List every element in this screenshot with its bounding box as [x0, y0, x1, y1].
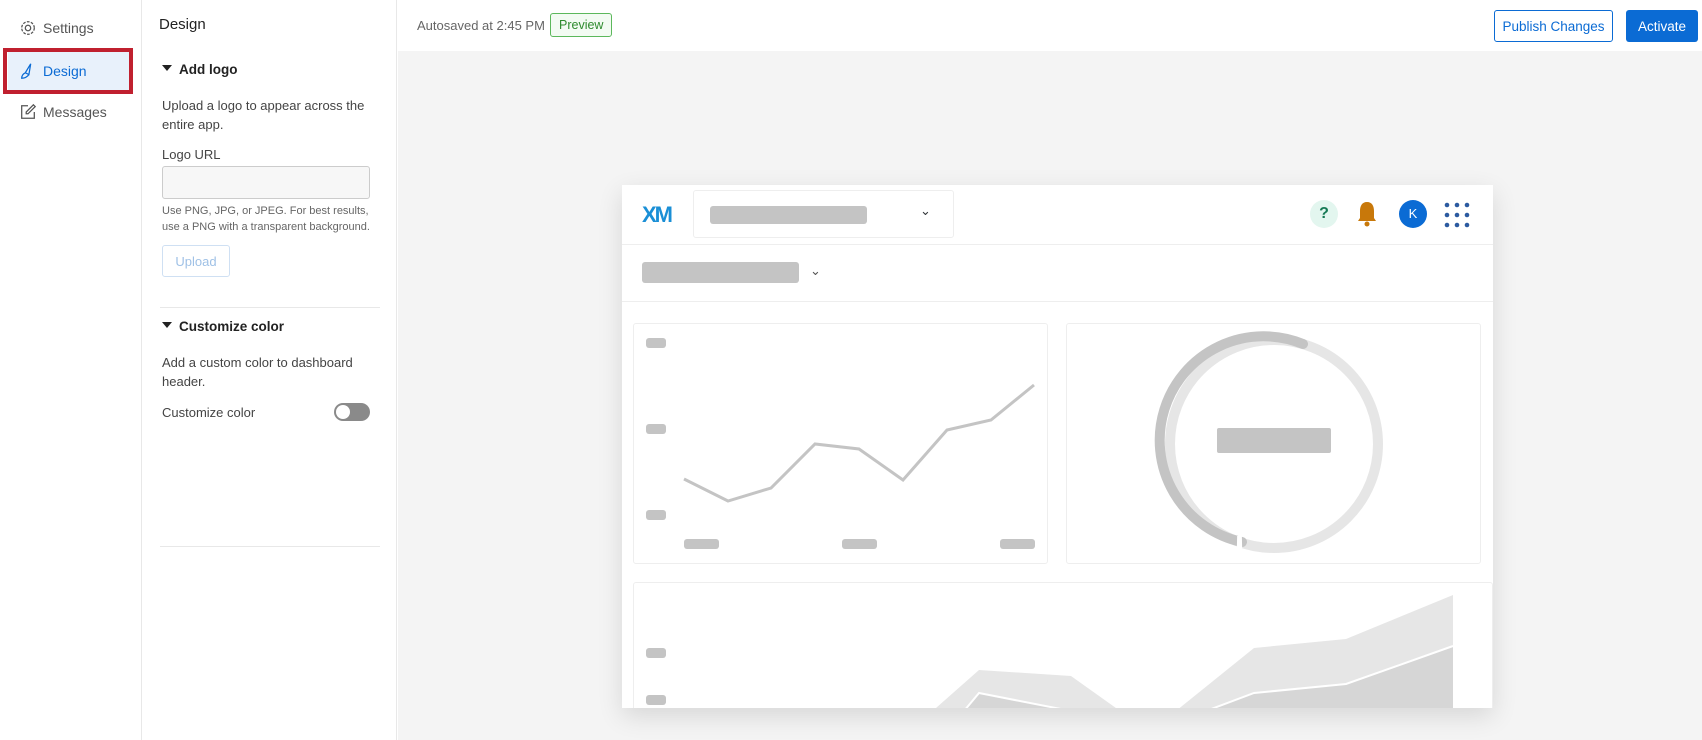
customize-color-switch[interactable] — [334, 403, 370, 421]
apps-grid-icon[interactable] — [1444, 202, 1470, 228]
logo-hint: Use PNG, JPG, or JPEG. For best results,… — [162, 205, 370, 233]
activate-button[interactable]: Activate — [1626, 10, 1698, 42]
divider — [160, 546, 380, 547]
project-dropdown[interactable]: ⌄ — [693, 190, 954, 238]
upload-button[interactable]: Upload — [162, 245, 230, 277]
nav-label: Messages — [43, 104, 107, 120]
help-icon[interactable]: ? — [1310, 200, 1338, 228]
publish-changes-button[interactable]: Publish Changes — [1494, 10, 1613, 42]
nav-item-messages[interactable]: Messages — [8, 93, 130, 131]
line-chart — [646, 338, 1035, 549]
highlight-box — [3, 48, 133, 94]
edit-icon — [21, 103, 37, 119]
logo-url-label: Logo URL — [162, 147, 221, 162]
add-logo-description: Upload a logo to appear across the entir… — [162, 98, 365, 132]
gauge-chart — [1154, 331, 1383, 553]
logo-url-input[interactable] — [162, 166, 370, 199]
design-panel: Design Add logo Upload a logo to appear … — [142, 0, 397, 740]
left-nav: Settings Design Messages — [0, 0, 142, 740]
customize-color-description: Add a custom color to dashboard header. — [162, 355, 353, 389]
gear-icon — [21, 21, 35, 35]
divider — [160, 307, 380, 308]
add-logo-toggle[interactable]: Add logo — [162, 62, 237, 77]
avatar[interactable]: K — [1399, 200, 1427, 228]
gauge-widget — [1066, 323, 1481, 564]
dashboard-preview: XM ⌄ ? K ⌄ — [622, 185, 1493, 708]
top-bar: Autosaved at 2:45 PM Preview Publish Cha… — [398, 0, 1702, 51]
panel-title: Design — [159, 16, 206, 33]
autosave-status: Autosaved at 2:45 PM — [417, 18, 545, 33]
area-chart-widget — [633, 582, 1493, 708]
area-chart — [646, 595, 1454, 708]
customize-color-toggle[interactable]: Customize color — [162, 319, 284, 334]
chevron-down-icon: ⌄ — [920, 203, 931, 218]
nav-item-settings[interactable]: Settings — [8, 9, 130, 47]
xm-logo: XM — [642, 202, 673, 227]
chevron-down-icon[interactable]: ⌄ — [810, 263, 821, 279]
dashboard-title-placeholder — [642, 262, 799, 283]
preview-badge[interactable]: Preview — [550, 13, 613, 37]
nav-label: Settings — [43, 20, 94, 36]
line-chart-widget — [633, 323, 1048, 564]
bell-icon[interactable] — [1355, 200, 1379, 228]
